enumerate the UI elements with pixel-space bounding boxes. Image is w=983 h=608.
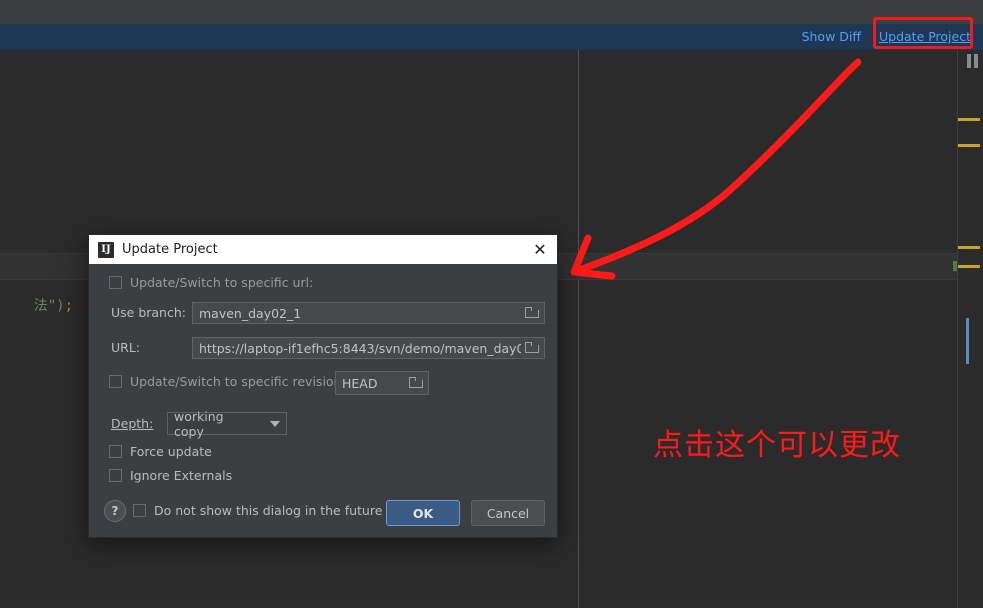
marker-gutter-separator (957, 50, 958, 608)
folder-icon[interactable] (525, 342, 540, 354)
editor-vertical-separator (578, 50, 579, 608)
close-icon[interactable]: ✕ (529, 239, 551, 261)
revision-value: HEAD (342, 375, 378, 391)
vcs-change-marker (953, 261, 957, 271)
notification-actions: Show Diff Update Project (802, 24, 971, 50)
chinese-annotation-text: 点击这个可以更改 (653, 428, 901, 463)
use-branch-label: Use branch: (111, 305, 186, 320)
use-branch-field[interactable]: maven_day02_1 (192, 302, 545, 324)
pause-icon[interactable] (967, 54, 979, 68)
specific-url-checkbox[interactable] (109, 276, 122, 289)
update-project-link[interactable]: Update Project (879, 24, 971, 50)
revision-field[interactable]: HEAD (335, 371, 429, 395)
warning-marker[interactable] (958, 118, 980, 121)
cancel-button[interactable]: Cancel (471, 500, 545, 526)
force-update-row[interactable]: Force update (109, 444, 212, 459)
url-field[interactable]: https://laptop-if1efhc5:8443/svn/demo/ma… (192, 337, 545, 359)
code-fragment: 法"); (0, 279, 73, 331)
warning-marker[interactable] (958, 144, 980, 147)
dialog-body: Update/Switch to specific url: Use branc… (89, 264, 557, 537)
help-icon[interactable]: ? (104, 500, 126, 522)
ignore-externals-row[interactable]: Ignore Externals (109, 468, 232, 483)
specific-revision-label: Update/Switch to specific revision: (130, 374, 346, 389)
vcs-notification-bar: Show Diff Update Project (0, 24, 983, 51)
caret-position-marker[interactable] (966, 318, 969, 364)
dialog-title: Update Project (122, 242, 218, 257)
dialog-title-bar: IJ Update Project ✕ (89, 235, 557, 264)
use-branch-value: maven_day02_1 (199, 305, 302, 321)
url-label: URL: (111, 340, 141, 355)
use-branch-label-wrap: Use branch: (111, 305, 186, 320)
depth-value: working copy (174, 408, 224, 439)
chevron-down-icon (270, 420, 280, 427)
do-not-show-row[interactable]: Do not show this dialog in the future (133, 503, 382, 518)
warning-marker[interactable] (958, 265, 980, 268)
code-string-literal: 法") (33, 298, 65, 314)
depth-label-wrap: Depth: (111, 416, 153, 431)
do-not-show-label: Do not show this dialog in the future (154, 503, 383, 518)
url-label-wrap: URL: (111, 340, 140, 355)
force-update-label: Force update (130, 444, 212, 459)
warning-marker[interactable] (958, 246, 980, 249)
show-diff-link[interactable]: Show Diff (802, 24, 861, 50)
folder-icon[interactable] (525, 307, 540, 319)
ok-button[interactable]: OK (386, 500, 460, 526)
ignore-externals-label: Ignore Externals (130, 468, 233, 483)
specific-url-label: Update/Switch to specific url: (130, 275, 314, 290)
update-project-dialog[interactable]: IJ Update Project ✕ Update/Switch to spe… (88, 234, 558, 538)
specific-revision-checkbox-row[interactable]: Update/Switch to specific revision: (109, 374, 346, 389)
do-not-show-checkbox[interactable] (133, 504, 146, 517)
depth-dropdown[interactable]: working copy (167, 409, 287, 439)
force-update-checkbox[interactable] (109, 445, 122, 458)
code-semicolon: ; (64, 298, 74, 314)
ide-top-strip (0, 0, 983, 24)
intellij-icon: IJ (98, 241, 114, 258)
ignore-externals-checkbox[interactable] (109, 469, 122, 482)
folder-icon[interactable] (409, 377, 424, 389)
specific-url-checkbox-row[interactable]: Update/Switch to specific url: (109, 275, 313, 290)
depth-label: Depth: (111, 416, 154, 431)
url-value: https://laptop-if1efhc5:8443/svn/demo/ma… (199, 340, 521, 356)
specific-revision-checkbox[interactable] (109, 375, 122, 388)
